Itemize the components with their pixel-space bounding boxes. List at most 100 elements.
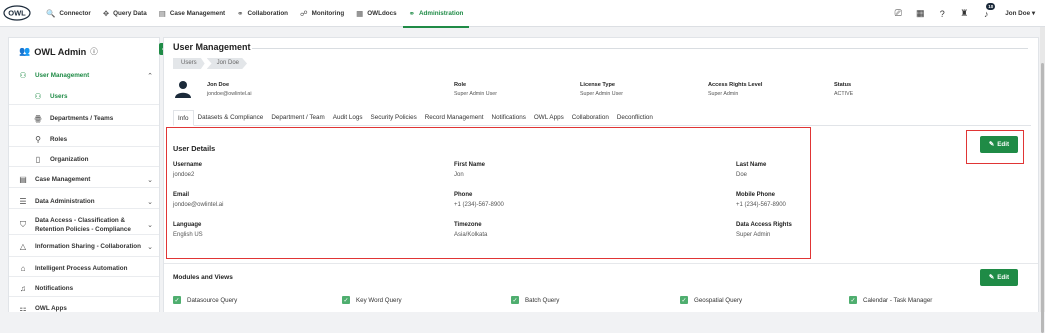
sidebar-item-label: Notifications (35, 285, 74, 292)
page-scrollbar-track[interactable] (1040, 27, 1045, 333)
calendar-icon[interactable]: ▦ (909, 0, 931, 27)
module-geospatial-query[interactable]: ✓ Geospatial Query (680, 296, 742, 304)
tab-owl-apps[interactable]: OWL Apps (530, 110, 568, 126)
username-label: Username (173, 162, 203, 168)
sidebar-item-user-management[interactable]: ⚇ User Management ⌃ (9, 71, 159, 80)
top-navigation-bar: OWL 🔍 Connector ✥ Query Data ▤ Case Managemen… (0, 0, 1045, 28)
access-rights-level-value: Super Admin (708, 91, 739, 97)
checkbox-checked-icon[interactable]: ✓ (342, 296, 350, 304)
sidebar-divider (9, 256, 159, 257)
user-management-icon: ⚇ (19, 71, 27, 80)
edit-user-details-button[interactable]: ✎ Edit (980, 136, 1018, 153)
email-value: jondoe@owlintel.ai (173, 202, 224, 208)
chevron-down-icon: ▾ (1031, 10, 1035, 17)
first-name-label: First Name (454, 162, 486, 168)
breadcrumb-users[interactable]: Users (173, 58, 205, 69)
sidebar-item-users[interactable]: ⚇ Users (9, 92, 159, 101)
pencil-icon: ✎ (988, 141, 995, 148)
module-calendar-task-manager[interactable]: ✓ Calendar - Task Manager (849, 296, 932, 304)
sidebar-item-label: Data Administration (35, 198, 95, 205)
data-access-rights-label: Data Access Rights (736, 222, 792, 228)
module-batch-query[interactable]: ✓ Batch Query (511, 296, 559, 304)
timezone-value: Asia/Kolkata (454, 232, 488, 238)
user-menu[interactable]: Jon Doe ▾ (1005, 10, 1035, 17)
tab-deconfliction[interactable]: Deconfliction (613, 110, 657, 126)
sidebar-item-information-sharing-collaboration[interactable]: △ Information Sharing - Collaboration ⌄ (9, 242, 159, 251)
module-key-word-query[interactable]: ✓ Key Word Query (342, 296, 402, 304)
sidebar-item-case-management[interactable]: ▤ Case Management ⌄ (9, 175, 159, 184)
user-details-highlight (166, 127, 811, 259)
module-datasource-query[interactable]: ✓ Datasource Query (173, 296, 237, 304)
sidebar-item-data-administration[interactable]: ☰ Data Administration ⌄ (9, 197, 159, 206)
sidebar-item-label: OWL Apps (35, 305, 67, 312)
phone-value: +1 (234)-567-8900 (454, 202, 504, 208)
departments-icon: ꙮ (34, 114, 42, 123)
tab-notifications[interactable]: Notifications (488, 110, 530, 126)
avatar (175, 81, 191, 98)
sidebar-divider (9, 125, 159, 126)
sidebar-item-intelligent-process-automation[interactable]: ⌂ Intelligent Process Automation (9, 264, 159, 273)
tab-department-team[interactable]: Department / Team (267, 110, 328, 126)
edit-button-label: Edit (997, 141, 1010, 148)
chevron-down-icon: ⌄ (147, 176, 153, 184)
tab-datasets-compliance[interactable]: Datasets & Compliance (194, 110, 268, 126)
query-icon: ✥ (102, 8, 110, 18)
info-icon[interactable]: ⓘ (90, 46, 98, 57)
module-label: Geospatial Query (694, 296, 743, 304)
page-title: User Management (173, 42, 251, 52)
edit-modules-button[interactable]: ✎ Edit (980, 269, 1018, 286)
sidebar-item-organization[interactable]: ▯ Organization (9, 155, 159, 164)
sidebar-item-data-access-classification[interactable]: ⛉ Data Access - Classification & Retention… (9, 216, 159, 234)
sidebar-divider (9, 234, 159, 235)
tab-record-management[interactable]: Record Management (421, 110, 488, 126)
docs-icon: ▦ (356, 8, 364, 18)
user-details-title: User Details (173, 144, 216, 153)
tab-info[interactable]: Info (173, 110, 194, 126)
nav-monitoring[interactable]: ☍ Monitoring (294, 0, 350, 27)
nav-case-management[interactable]: ▤ Case Management (153, 0, 231, 27)
sidebar-item-notifications[interactable]: ♫ Notifications (9, 284, 159, 293)
breadcrumb: Users Jon Doe (173, 58, 249, 69)
checkbox-checked-icon[interactable]: ✓ (849, 296, 857, 304)
user-email: jondoe@owlintel.ai (207, 91, 252, 97)
page-scrollbar-thumb[interactable] (1041, 63, 1044, 333)
nav-label: Connector (59, 9, 91, 17)
sidebar-divider (9, 104, 159, 105)
checkbox-checked-icon[interactable]: ✓ (511, 296, 519, 304)
nav-owldocs[interactable]: ▦ OWLdocs (350, 0, 402, 27)
admin-sidebar: 👥 OWL Admin ⓘ ‹ ⚇User Management⌃⚇Usersꙮ… (8, 37, 167, 313)
nav-label: Query Data (113, 9, 147, 17)
checkbox-checked-icon[interactable]: ✓ (173, 296, 181, 304)
license-type-value: Super Admin User (580, 91, 623, 97)
section-divider (164, 263, 1038, 264)
nav-collaboration[interactable]: ⚭ Collaboration (231, 0, 294, 27)
tab-audit-logs[interactable]: Audit Logs (329, 110, 367, 126)
tab-security-policies[interactable]: Security Policies (367, 110, 421, 126)
email-label: Email (173, 192, 190, 198)
nav-connector[interactable]: 🔍 Connector (40, 0, 97, 27)
last-name-value: Doe (736, 172, 748, 178)
nav-query-data[interactable]: ✥ Query Data (97, 0, 153, 27)
nav-label: OWLdocs (367, 9, 397, 17)
sidebar-divider (9, 296, 159, 297)
first-name-value: Jon (454, 172, 464, 178)
bell-icon: ♪ (983, 8, 989, 19)
user-management-panel: User Management Users Jon Doe Jon Doe jo… (163, 37, 1039, 312)
user-menu-label: Jon Doe (1005, 10, 1031, 17)
activity-icon[interactable]: ⎚ (887, 0, 909, 27)
checkbox-checked-icon[interactable]: ✓ (680, 296, 688, 304)
notifications-button[interactable]: ♪ 10 (975, 0, 997, 27)
owl-logo-icon[interactable]: OWL (0, 0, 34, 27)
nav-administration[interactable]: ⚭ Administration (402, 0, 470, 28)
help-icon[interactable]: ? (931, 0, 953, 27)
nav-label: Monitoring (311, 9, 345, 17)
sidebar-item-roles[interactable]: ⚲ Roles (9, 135, 159, 144)
case-icon: ▤ (158, 8, 166, 18)
gift-icon[interactable]: ♜ (953, 0, 975, 27)
timezone-label: Timezone (454, 222, 482, 228)
automation-icon: ⌂ (20, 264, 26, 273)
tab-collaboration[interactable]: Collaboration (568, 110, 613, 126)
sidebar-item-departments-teams[interactable]: ꙮ Departments / Teams (9, 114, 159, 123)
module-label: Key Word Query (356, 296, 402, 304)
shield-icon: ⛉ (20, 220, 26, 229)
